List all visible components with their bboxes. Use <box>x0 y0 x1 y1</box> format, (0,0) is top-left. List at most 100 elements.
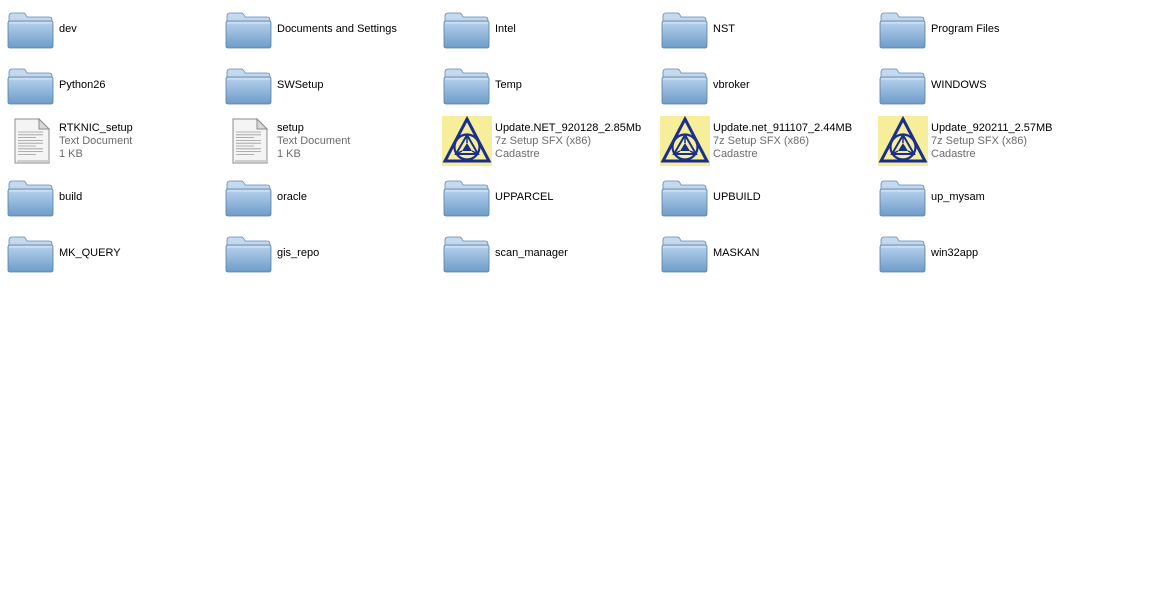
item-name: Program Files <box>931 22 1000 35</box>
item-name: NST <box>713 22 735 35</box>
folder-item-scan-manager[interactable]: scan_manager <box>438 228 648 278</box>
folder-icon <box>878 60 928 110</box>
item-name: gis_repo <box>277 246 320 259</box>
folder-icon <box>442 228 492 278</box>
folder-item-up-mysam[interactable]: up_mysam <box>874 172 1084 222</box>
item-name: build <box>59 190 83 203</box>
item-text: up_mysam <box>931 172 1083 222</box>
item-text: MASKAN <box>713 228 865 278</box>
folder-icon <box>6 60 56 110</box>
folder-icon <box>660 60 710 110</box>
folder-icon <box>224 60 274 110</box>
item-name: vbroker <box>713 78 750 91</box>
folder-item-mk-query[interactable]: MK_QUERY <box>2 228 212 278</box>
item-text: WINDOWS <box>931 60 1083 110</box>
folder-icon <box>442 60 492 110</box>
item-type: 7z Setup SFX (x86) <box>931 134 1027 147</box>
folder-icon <box>878 4 928 54</box>
item-company: Cadastre <box>495 147 540 160</box>
folder-icon <box>878 172 928 222</box>
item-name: MASKAN <box>713 246 760 259</box>
folder-icon <box>660 4 710 54</box>
file-item-setup[interactable]: setup Text Document 1 KB <box>220 116 430 166</box>
item-name: RTKNIC_setup <box>59 121 133 134</box>
item-name: WINDOWS <box>931 78 987 91</box>
file-item-update-net-911107-2-44mb[interactable]: Update.net_911107_2.44MB 7z Setup SFX (x8… <box>656 116 866 166</box>
folder-item-build[interactable]: build <box>2 172 212 222</box>
folder-item-nst[interactable]: NST <box>656 4 866 54</box>
folder-item-swsetup[interactable]: SWSetup <box>220 60 430 110</box>
folder-item-gis-repo[interactable]: gis_repo <box>220 228 430 278</box>
item-name: setup <box>277 121 304 134</box>
item-name: oracle <box>277 190 307 203</box>
file-item-rtknic-setup[interactable]: RTKNIC_setup Text Document 1 KB <box>2 116 212 166</box>
folder-icon <box>442 4 492 54</box>
item-type: Text Document <box>277 134 351 147</box>
item-text: dev <box>59 4 211 54</box>
item-name: MK_QUERY <box>59 246 121 259</box>
item-type: Text Document <box>59 134 133 147</box>
sfx-installer-icon <box>442 116 492 166</box>
item-text: scan_manager <box>495 228 647 278</box>
item-name: up_mysam <box>931 190 985 203</box>
item-text: Program Files <box>931 4 1083 54</box>
folder-icon <box>660 228 710 278</box>
item-text: Documents and Settings <box>277 4 429 54</box>
folder-icon <box>6 228 56 278</box>
folder-icon <box>660 172 710 222</box>
item-name: Python26 <box>59 78 106 91</box>
folder-icon <box>224 228 274 278</box>
folder-item-documents-and-settings[interactable]: Documents and Settings <box>220 4 430 54</box>
file-icon-grid: dev Documents and Settings Intel NST Program… <box>0 0 1156 603</box>
folder-item-dev[interactable]: dev <box>2 4 212 54</box>
item-text: Temp <box>495 60 647 110</box>
folder-item-maskan[interactable]: MASKAN <box>656 228 866 278</box>
item-name: win32app <box>931 246 979 259</box>
file-item-update-net-920128-2-85mb[interactable]: Update.NET_920128_2.85Mb 7z Setup SFX (x8… <box>438 116 648 166</box>
item-name: UPPARCEL <box>495 190 554 203</box>
item-text: Intel <box>495 4 647 54</box>
folder-item-windows[interactable]: WINDOWS <box>874 60 1084 110</box>
item-text: setup Text Document 1 KB <box>277 116 429 166</box>
folder-item-win32app[interactable]: win32app <box>874 228 1084 278</box>
sfx-installer-icon <box>660 116 710 166</box>
folder-item-program-files[interactable]: Program Files <box>874 4 1084 54</box>
item-text: RTKNIC_setup Text Document 1 KB <box>59 116 211 166</box>
folder-icon <box>878 228 928 278</box>
item-company: Cadastre <box>713 147 758 160</box>
item-name: Update.net_911107_2.44MB <box>713 121 853 134</box>
folder-item-oracle[interactable]: oracle <box>220 172 430 222</box>
folder-icon <box>224 4 274 54</box>
item-company: Cadastre <box>931 147 976 160</box>
item-text: MK_QUERY <box>59 228 211 278</box>
item-name: Update.NET_920128_2.85Mb <box>495 121 642 134</box>
item-text: Python26 <box>59 60 211 110</box>
item-text: oracle <box>277 172 429 222</box>
item-text: gis_repo <box>277 228 429 278</box>
item-text: build <box>59 172 211 222</box>
item-name: Update_920211_2.57MB <box>931 121 1053 134</box>
folder-icon <box>442 172 492 222</box>
file-item-update-920211-2-57mb[interactable]: Update_920211_2.57MB 7z Setup SFX (x86) Ca… <box>874 116 1084 166</box>
item-text: SWSetup <box>277 60 429 110</box>
folder-item-python26[interactable]: Python26 <box>2 60 212 110</box>
item-name: Documents and Settings <box>277 22 397 35</box>
folder-item-upbuild[interactable]: UPBUILD <box>656 172 866 222</box>
item-name: SWSetup <box>277 78 324 91</box>
folder-item-vbroker[interactable]: vbroker <box>656 60 866 110</box>
item-name: dev <box>59 22 77 35</box>
folder-item-upparcel[interactable]: UPPARCEL <box>438 172 648 222</box>
item-text: NST <box>713 4 865 54</box>
item-text: Update.NET_920128_2.85Mb 7z Setup SFX (x8… <box>495 116 647 166</box>
item-text: UPPARCEL <box>495 172 647 222</box>
folder-icon <box>6 172 56 222</box>
item-size: 1 KB <box>59 147 83 160</box>
folder-item-temp[interactable]: Temp <box>438 60 648 110</box>
folder-item-intel[interactable]: Intel <box>438 4 648 54</box>
item-type: 7z Setup SFX (x86) <box>713 134 809 147</box>
item-size: 1 KB <box>277 147 301 160</box>
item-type: 7z Setup SFX (x86) <box>495 134 591 147</box>
item-name: scan_manager <box>495 246 568 259</box>
item-name: Temp <box>495 78 522 91</box>
text-document-icon <box>224 116 274 166</box>
